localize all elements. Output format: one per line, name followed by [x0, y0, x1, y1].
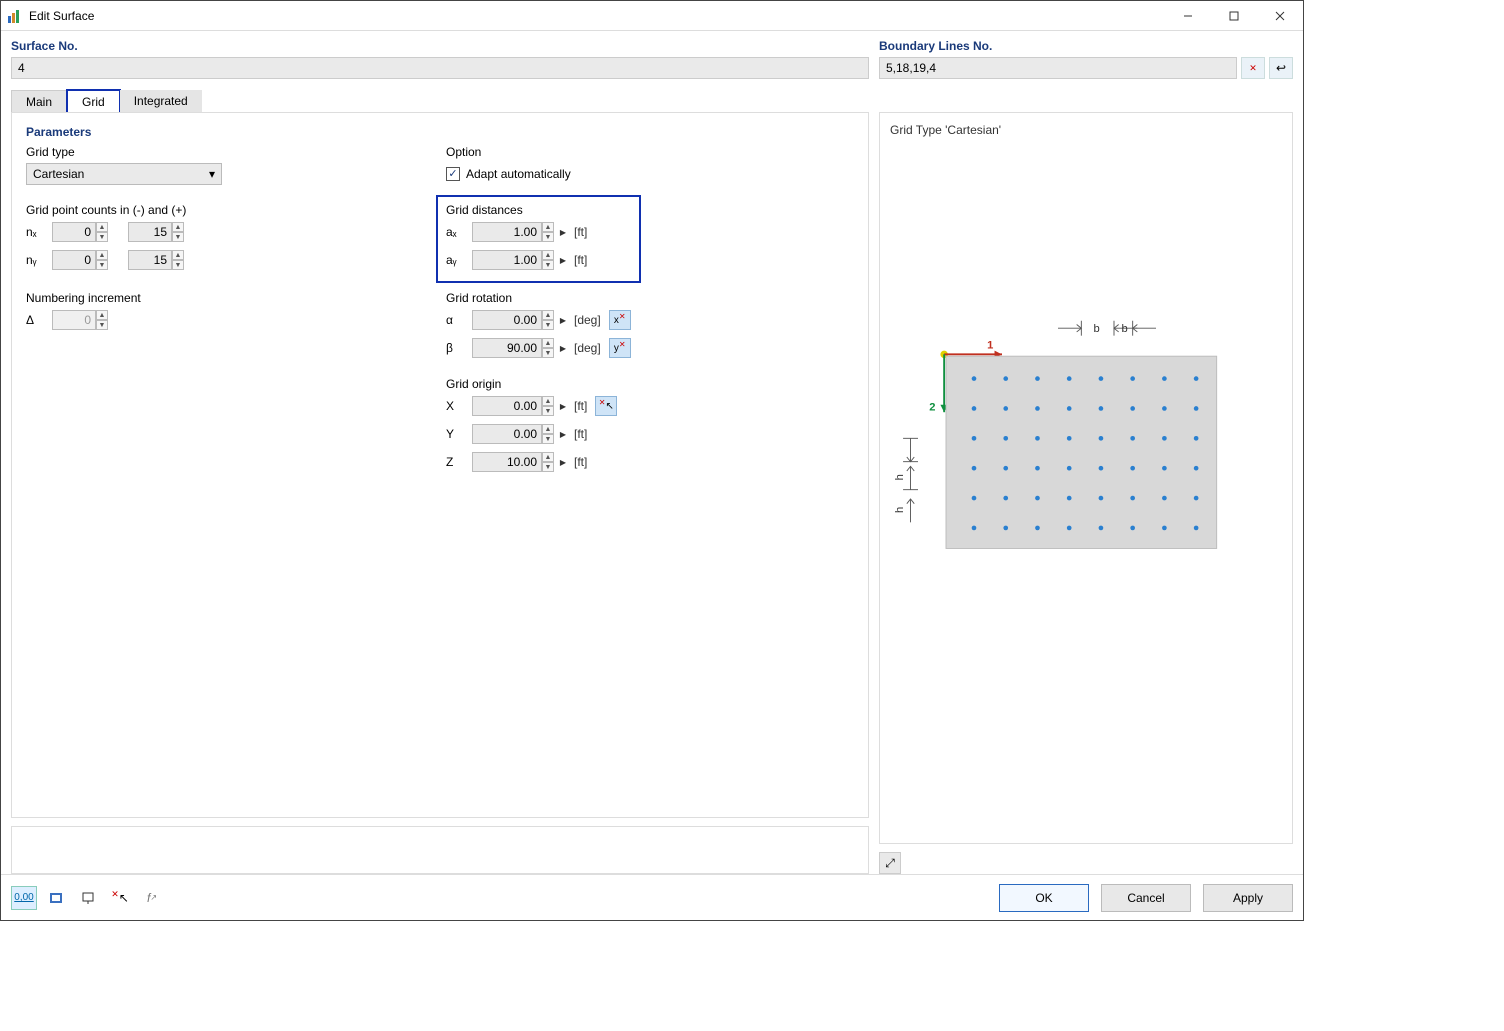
- ny-neg-spinner[interactable]: ▲▼: [52, 250, 108, 270]
- preview-panel: Grid Type 'Cartesian' b b: [879, 112, 1293, 844]
- grid-counts-label: Grid point counts in (-) and (+): [26, 203, 406, 217]
- pick-button[interactable]: ✕↖: [107, 886, 133, 910]
- play-icon[interactable]: ▶: [558, 396, 568, 416]
- ax-label: aₓ: [446, 225, 472, 239]
- revert-boundary-button[interactable]: ↩: [1269, 57, 1293, 79]
- parameters-title: Parameters: [26, 125, 854, 139]
- grid-type-value: Cartesian: [33, 167, 84, 181]
- pick-origin-button[interactable]: ✕↖: [595, 396, 617, 416]
- grid-type-label: Grid type: [26, 145, 406, 159]
- beta-unit: [deg]: [574, 341, 601, 355]
- ax-spinner[interactable]: ▲▼: [472, 222, 554, 242]
- nx-pos-spinner[interactable]: ▲▼: [128, 222, 184, 242]
- ny-pos-spinner[interactable]: ▲▼: [128, 250, 184, 270]
- beta-spinner[interactable]: ▲▼: [472, 338, 554, 358]
- x-spinner[interactable]: ▲▼: [472, 396, 554, 416]
- grid-distances-label: Grid distances: [446, 203, 631, 217]
- boundary-input[interactable]: [879, 57, 1237, 79]
- notes-area[interactable]: [11, 826, 869, 874]
- surface-no-label: Surface No.: [11, 39, 869, 53]
- ay-spinner[interactable]: ▲▼: [472, 250, 554, 270]
- boundary-label: Boundary Lines No.: [879, 39, 1293, 53]
- tab-main[interactable]: Main: [11, 90, 67, 113]
- apply-button[interactable]: Apply: [1203, 884, 1293, 912]
- tab-grid[interactable]: Grid: [67, 90, 120, 113]
- display-button[interactable]: [75, 886, 101, 910]
- play-icon[interactable]: ▶: [558, 424, 568, 444]
- pick-angle-y-button[interactable]: y✕: [609, 338, 631, 358]
- play-icon[interactable]: ▶: [558, 452, 568, 472]
- ay-label: aᵧ: [446, 253, 472, 267]
- ny-label: nᵧ: [26, 253, 52, 267]
- grid-preview: b b h h 1 2: [890, 317, 1282, 578]
- function-button[interactable]: f↗: [139, 886, 165, 910]
- grid-origin-label: Grid origin: [446, 377, 631, 391]
- y-label: Y: [446, 427, 472, 441]
- y-spinner[interactable]: ▲▼: [472, 424, 554, 444]
- pick-angle-x-button[interactable]: x✕: [609, 310, 631, 330]
- view-button[interactable]: [43, 886, 69, 910]
- units-button[interactable]: 0,00: [11, 886, 37, 910]
- x-unit: [ft]: [574, 399, 587, 413]
- ok-button[interactable]: OK: [999, 884, 1089, 912]
- x-label: X: [446, 399, 472, 413]
- play-icon[interactable]: ▶: [558, 250, 568, 270]
- svg-text:h: h: [894, 474, 906, 480]
- increment-label: Numbering increment: [26, 291, 406, 305]
- nx-label: nₓ: [26, 225, 52, 239]
- play-icon[interactable]: ▶: [558, 222, 568, 242]
- app-icon: [7, 8, 23, 24]
- chevron-down-icon: ▾: [209, 167, 215, 181]
- svg-text:2: 2: [929, 401, 935, 413]
- alpha-unit: [deg]: [574, 313, 601, 327]
- svg-text:1: 1: [987, 340, 993, 352]
- option-label: Option: [446, 145, 631, 159]
- minimize-button[interactable]: [1165, 1, 1211, 31]
- delta-spinner: ▲▼: [52, 310, 108, 330]
- z-label: Z: [446, 455, 472, 469]
- close-button[interactable]: [1257, 1, 1303, 31]
- ay-unit: [ft]: [574, 253, 587, 267]
- play-icon[interactable]: ▶: [558, 310, 568, 330]
- grid-distances-group: Grid distances aₓ ▲▼ ▶ [ft] aᵧ ▲▼ ▶: [436, 195, 641, 283]
- grid-rotation-label: Grid rotation: [446, 291, 631, 305]
- svg-text:h: h: [894, 507, 906, 513]
- window-title: Edit Surface: [29, 9, 1165, 23]
- z-unit: [ft]: [574, 455, 587, 469]
- alpha-spinner[interactable]: ▲▼: [472, 310, 554, 330]
- tabs: Main Grid Integrated: [11, 89, 869, 113]
- svg-text:b: b: [1093, 323, 1099, 335]
- delta-label: Δ: [26, 313, 52, 327]
- titlebar: Edit Surface: [1, 1, 1303, 31]
- check-icon: ✓: [448, 169, 457, 180]
- maximize-button[interactable]: [1211, 1, 1257, 31]
- alpha-label: α: [446, 313, 472, 327]
- adapt-checkbox[interactable]: ✓: [446, 167, 460, 181]
- svg-text:b: b: [1121, 323, 1127, 335]
- z-spinner[interactable]: ▲▼: [472, 452, 554, 472]
- preview-zoom-button[interactable]: ⤢: [879, 852, 901, 874]
- zoom-icon: ⤢: [885, 856, 895, 871]
- surface-no-input[interactable]: [11, 57, 869, 79]
- y-unit: [ft]: [574, 427, 587, 441]
- ax-unit: [ft]: [574, 225, 587, 239]
- undo-icon: ↩: [1276, 61, 1286, 75]
- grid-type-select[interactable]: Cartesian ▾: [26, 163, 222, 185]
- tab-integrated[interactable]: Integrated: [120, 90, 202, 112]
- preview-title: Grid Type 'Cartesian': [890, 123, 1282, 137]
- beta-label: β: [446, 341, 472, 355]
- pick-boundary-button[interactable]: ✕: [1241, 57, 1265, 79]
- nx-neg-spinner[interactable]: ▲▼: [52, 222, 108, 242]
- cancel-button[interactable]: Cancel: [1101, 884, 1191, 912]
- play-icon[interactable]: ▶: [558, 338, 568, 358]
- adapt-label: Adapt automatically: [466, 167, 571, 181]
